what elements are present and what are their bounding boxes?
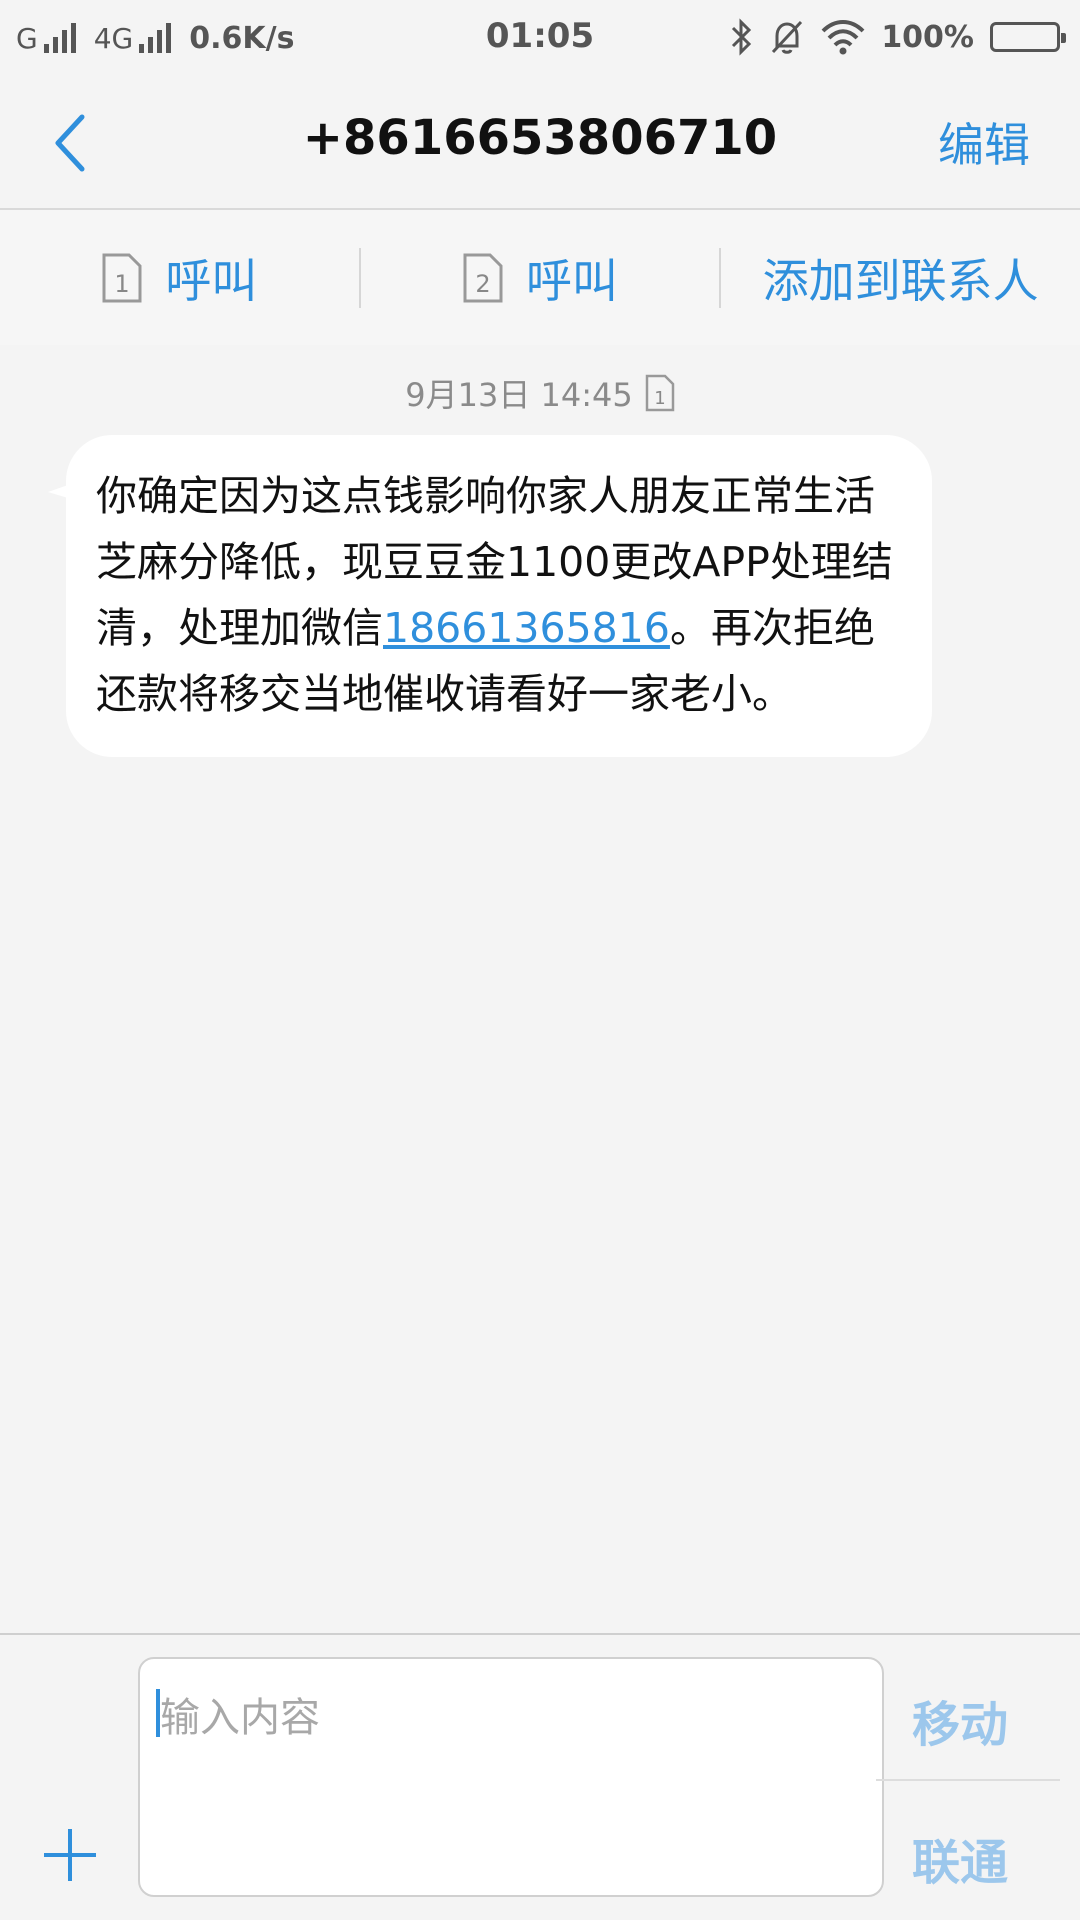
bell-muted-icon — [772, 20, 803, 54]
sim-card-icon: 1 — [102, 253, 142, 302]
timestamp-text: 9月13日 14:45 — [405, 376, 633, 414]
divider — [876, 1779, 1060, 1781]
call-label: 呼叫 — [165, 253, 258, 308]
call-sim1-button[interactable]: 1 呼叫 — [0, 210, 359, 345]
edit-button[interactable]: 编辑 — [938, 109, 1030, 175]
contact-number-title: +8616653806710 — [302, 110, 778, 166]
text-caret — [156, 1689, 160, 1737]
input-placeholder: 输入内容 — [160, 1695, 320, 1741]
sim-number: 2 — [475, 270, 490, 298]
phone-number-link[interactable]: 18661365816 — [383, 604, 670, 652]
sim-card-icon: 1 — [645, 374, 674, 412]
send-sim2-button[interactable]: 联通 — [880, 1823, 1040, 1893]
send-sim1-button[interactable]: 移动 — [880, 1685, 1040, 1755]
status-bar: G 4G 0.6K/s 01:05 100% — [0, 0, 1080, 75]
wifi-icon — [821, 20, 865, 55]
sim-card-icon: 2 — [463, 253, 503, 302]
incoming-message-bubble[interactable]: 你确定因为这点钱影响你家人朋友正常生活芝麻分降低，现豆豆金1100更改APP处理… — [66, 435, 932, 757]
message-input[interactable]: 输入内容 — [138, 1657, 884, 1897]
message-composer: 输入内容 移动 联通 — [0, 1633, 1080, 1920]
battery-icon — [990, 22, 1066, 52]
status-right: 100% — [729, 16, 1066, 58]
action-bar: 1 呼叫 2 呼叫 添加到联系人 — [0, 210, 1080, 345]
conversation-header: +8616653806710 编辑 — [0, 75, 1080, 210]
plus-icon — [44, 1829, 96, 1881]
call-sim2-button[interactable]: 2 呼叫 — [361, 210, 720, 345]
battery-percent: 100% — [881, 19, 974, 55]
bluetooth-icon — [732, 18, 752, 56]
sim-number: 1 — [115, 270, 130, 298]
sim-number: 1 — [654, 388, 665, 409]
call-label: 呼叫 — [526, 253, 618, 308]
message-timestamp: 9月13日 14:45 1 — [0, 370, 1080, 416]
add-attachment-button[interactable] — [40, 1825, 100, 1885]
add-to-contacts-button[interactable]: 添加到联系人 — [721, 210, 1080, 345]
